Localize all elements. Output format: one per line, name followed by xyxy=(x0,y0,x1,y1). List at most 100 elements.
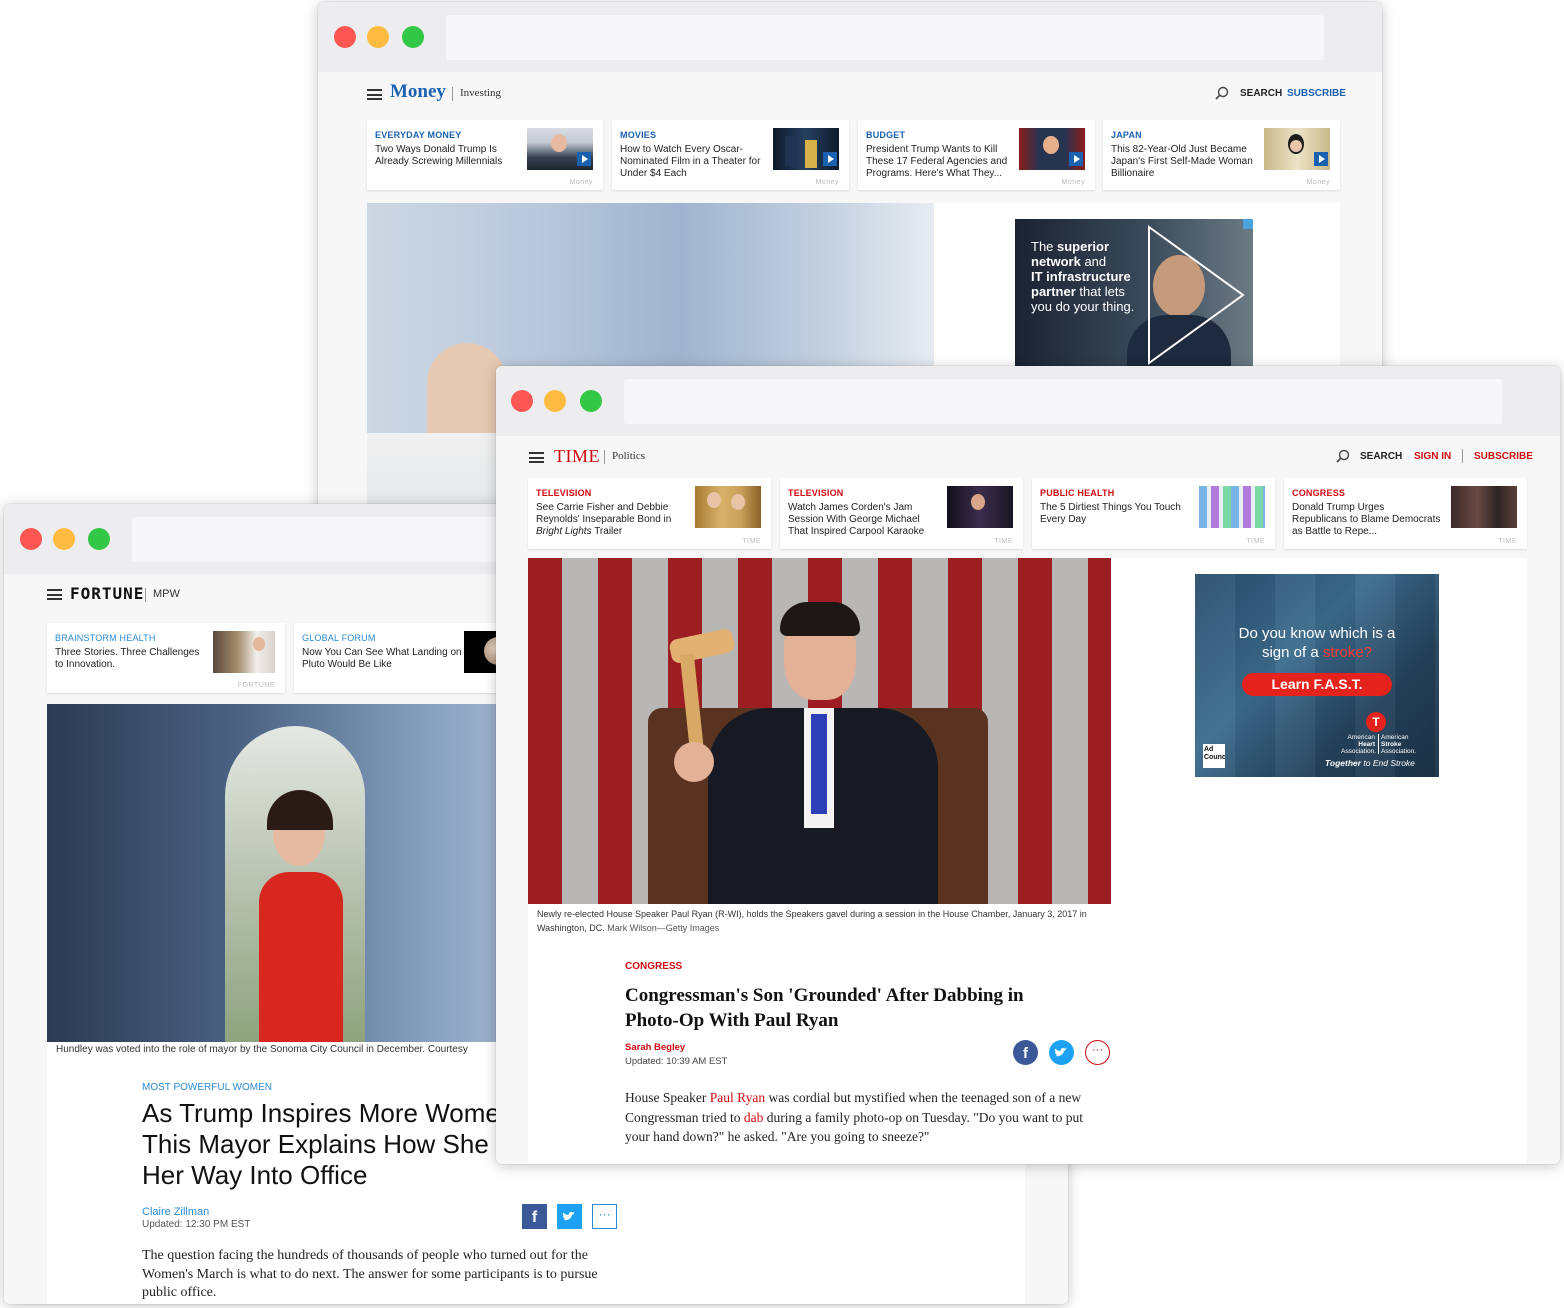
logo-text: Ad Council xyxy=(1204,746,1225,761)
minimize-window-button[interactable] xyxy=(367,26,389,48)
maximize-window-button[interactable] xyxy=(402,26,424,48)
card-source: TIME xyxy=(1498,538,1517,545)
title-line: Congressman's Son 'Grounded' After Dabbi… xyxy=(625,985,1024,1006)
maximize-window-button[interactable] xyxy=(88,528,110,550)
section-name[interactable]: Investing xyxy=(460,87,501,99)
close-window-button[interactable] xyxy=(511,390,533,412)
card-thumbnail xyxy=(213,631,275,673)
ad-line: that lets xyxy=(1075,284,1125,299)
author-link[interactable]: Claire Zillman xyxy=(142,1206,209,1218)
trending-card[interactable]: GLOBAL FORUM Now You Can See What Landin… xyxy=(294,623,514,693)
trending-card[interactable]: TELEVISION See Carrie Fisher and Debbie … xyxy=(528,478,771,549)
card-source: Money xyxy=(569,179,593,186)
time-logo[interactable]: TIME xyxy=(554,446,600,467)
menu-icon[interactable] xyxy=(529,452,544,463)
updated-timestamp: Updated: 10:39 AM EST xyxy=(625,1056,728,1067)
card-kicker: TELEVISION xyxy=(788,488,844,498)
fortune-logo[interactable]: FORTUNE xyxy=(70,584,144,603)
more-icon: ··· xyxy=(598,1207,611,1221)
trending-card[interactable]: BRAINSTORM HEALTH Three Stories. Three C… xyxy=(47,623,285,693)
card-headline: This 82-Year-Old Just Became Japan's Fir… xyxy=(1111,144,1253,179)
article-kicker[interactable]: CONGRESS xyxy=(625,961,682,972)
main-content: Newly re-elected House Speaker Paul Ryan… xyxy=(528,558,1527,1164)
browser-titlebar xyxy=(496,366,1560,436)
trending-card[interactable]: BUDGET President Trump Wants to Kill The… xyxy=(858,120,1095,190)
close-window-button[interactable] xyxy=(334,26,356,48)
minimize-window-button[interactable] xyxy=(53,528,75,550)
card-headline: Now You Can See What Landing on Pluto Wo… xyxy=(302,647,462,670)
card-thumbnail xyxy=(947,486,1013,528)
article-kicker[interactable]: MOST POWERFUL WOMEN xyxy=(142,1082,272,1093)
minimize-window-button[interactable] xyxy=(544,390,566,412)
browser-titlebar xyxy=(318,2,1382,72)
search-link[interactable]: SEARCH xyxy=(1360,451,1402,462)
facebook-share-button[interactable]: f xyxy=(522,1204,547,1229)
card-kicker: TELEVISION xyxy=(536,488,592,498)
facebook-icon: f xyxy=(531,1209,538,1226)
ad-banner[interactable]: The superior network and IT infrastructu… xyxy=(1015,219,1253,369)
section-name[interactable]: MPW xyxy=(153,588,180,600)
facebook-share-button[interactable]: f xyxy=(1013,1040,1038,1065)
learn-fast-button[interactable]: Learn F.A.S.T. xyxy=(1242,673,1392,696)
card-kicker: EVERYDAY MONEY xyxy=(375,130,462,140)
image-caption: Newly re-elected House Speaker Paul Ryan… xyxy=(537,907,1097,935)
article-body: House Speaker Paul Ryan was cordial but … xyxy=(625,1088,1105,1147)
title-line: Her Way Into Office xyxy=(142,1160,368,1190)
image-caption: Hundley was voted into the role of mayor… xyxy=(56,1044,468,1055)
twitter-share-button[interactable] xyxy=(557,1204,582,1229)
logo-line: Association. xyxy=(1341,748,1377,755)
trending-card[interactable]: CONGRESS Donald Trump Urges Republicans … xyxy=(1284,478,1527,549)
trending-card[interactable]: TELEVISION Watch James Corden's Jam Sess… xyxy=(780,478,1023,549)
card-thumbnail xyxy=(527,128,593,170)
ad-line: you do your thing. xyxy=(1031,299,1135,314)
title-line: Photo-Op With Paul Ryan xyxy=(625,1010,839,1031)
card-source: TIME xyxy=(742,538,761,545)
ad-choices-icon[interactable] xyxy=(1243,219,1253,229)
ad-headline: Do you know which is a sign of a stroke? xyxy=(1195,624,1439,662)
money-logo[interactable]: Money xyxy=(390,81,446,103)
title-line: As Trump Inspires More Wome xyxy=(142,1098,500,1128)
author-link[interactable]: Sarah Begley xyxy=(625,1042,685,1053)
card-source: Money xyxy=(815,179,839,186)
section-name[interactable]: Politics xyxy=(612,450,645,462)
card-thumbnail xyxy=(1019,128,1085,170)
article-body: The question facing the hundreds of thou… xyxy=(142,1248,598,1300)
menu-icon[interactable] xyxy=(367,89,382,100)
card-source: TIME xyxy=(994,538,1013,545)
more-share-button[interactable]: ··· xyxy=(1085,1040,1110,1065)
twitter-share-button[interactable] xyxy=(1049,1040,1074,1065)
maximize-window-button[interactable] xyxy=(580,390,602,412)
search-icon[interactable] xyxy=(1215,86,1229,100)
play-icon xyxy=(823,152,837,166)
sign-in-link[interactable]: SIGN IN xyxy=(1414,451,1451,462)
close-window-button[interactable] xyxy=(20,528,42,550)
trending-card[interactable]: EVERYDAY MONEY Two Ways Donald Trump Is … xyxy=(367,120,603,190)
logo-line: Heart xyxy=(1358,741,1375,748)
ad-banner[interactable]: Do you know which is a sign of a stroke?… xyxy=(1195,574,1439,777)
ad-tagline: Together to End Stroke xyxy=(1325,758,1415,768)
card-kicker: CONGRESS xyxy=(1292,488,1346,498)
search-icon[interactable] xyxy=(1336,449,1350,463)
trending-card[interactable]: JAPAN This 82-Year-Old Just Became Japan… xyxy=(1103,120,1340,190)
card-source: TIME xyxy=(1246,538,1265,545)
article-title: As Trump Inspires More Wome This Mayor E… xyxy=(142,1098,500,1191)
body-text: House Speaker xyxy=(625,1090,710,1105)
address-bar[interactable] xyxy=(446,15,1324,60)
paul-ryan-link[interactable]: Paul Ryan xyxy=(710,1090,765,1105)
ad-line: The xyxy=(1031,239,1058,254)
subscribe-link[interactable]: SUBSCRIBE xyxy=(1287,88,1346,99)
ad-line: stroke? xyxy=(1322,644,1373,661)
more-share-button[interactable]: ··· xyxy=(592,1204,617,1229)
menu-icon[interactable] xyxy=(47,589,62,600)
card-headline: President Trump Wants to Kill These 17 F… xyxy=(866,144,1008,179)
card-kicker: GLOBAL FORUM xyxy=(302,633,376,643)
address-bar[interactable] xyxy=(624,379,1502,424)
trending-card[interactable]: MOVIES How to Watch Every Oscar-Nominate… xyxy=(612,120,849,190)
trending-card[interactable]: PUBLIC HEALTH The 5 Dirtiest Things You … xyxy=(1032,478,1275,549)
search-link[interactable]: SEARCH xyxy=(1240,88,1282,99)
divider xyxy=(1462,449,1463,463)
dab-link[interactable]: dab xyxy=(744,1110,764,1125)
card-headline: See Carrie Fisher and Debbie Reynolds' I… xyxy=(536,502,686,538)
divider xyxy=(145,588,146,602)
subscribe-link[interactable]: SUBSCRIBE xyxy=(1474,451,1533,462)
